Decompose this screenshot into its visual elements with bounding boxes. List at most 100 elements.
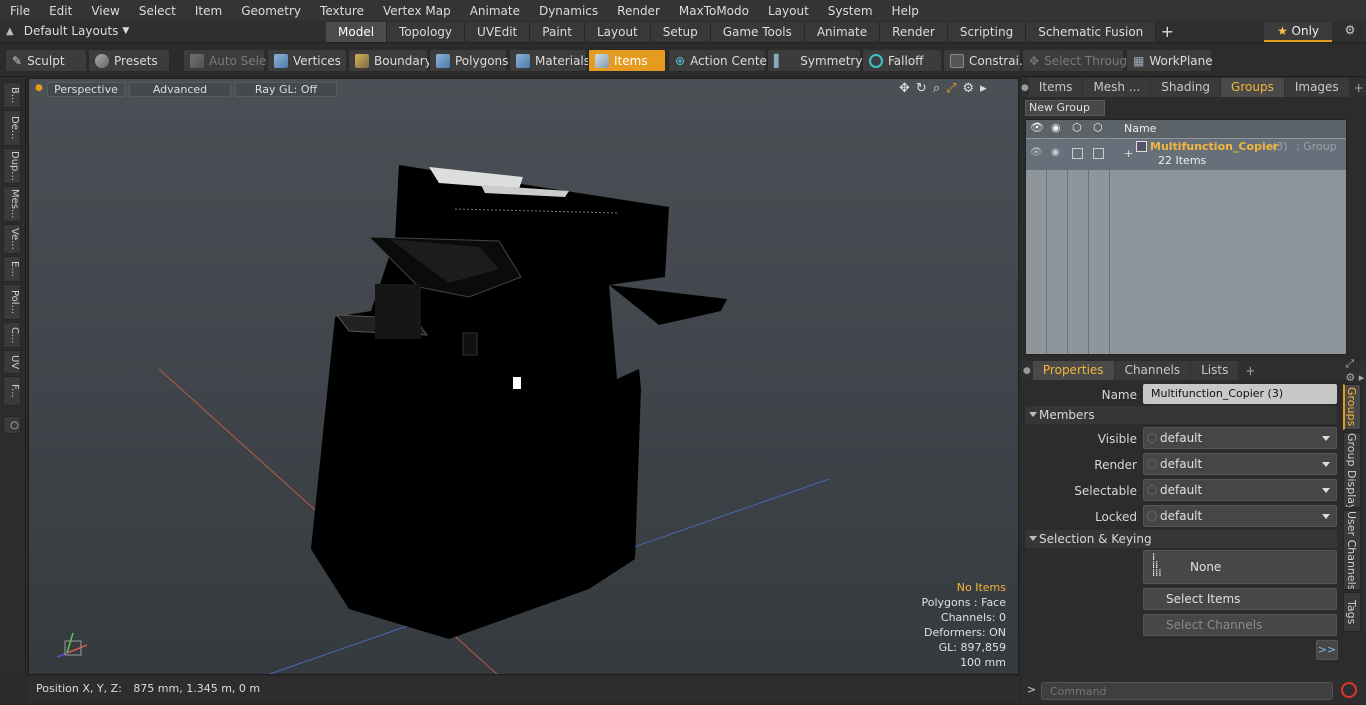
panel-menu-dot[interactable]: ● [1021,83,1029,93]
menu-dynamics[interactable]: Dynamics [529,4,607,18]
left-tab-deform[interactable]: De... [3,110,21,146]
layouts-dropdown[interactable]: ▲ Default Layouts ▼ [6,24,129,38]
menu-texture[interactable]: Texture [310,4,373,18]
tab-properties[interactable]: Properties [1032,361,1114,380]
sculpt-button[interactable]: ✎ Sculpt [5,49,87,72]
lock-icon[interactable]: ⬡ [1093,121,1103,134]
new-group-button[interactable]: New Group [1025,100,1105,116]
tab-paint[interactable]: Paint [530,22,585,42]
tab-lists[interactable]: Lists [1191,361,1239,380]
visible-select[interactable]: default [1143,427,1337,449]
tab-groups[interactable]: Groups [1221,78,1284,97]
menu-edit[interactable]: Edit [39,4,81,18]
tab-topology[interactable]: Topology [387,22,466,42]
boundary-button[interactable]: Boundary [348,49,432,72]
3d-viewport[interactable]: ● Perspective Advanced Ray GL: Off ✥ ↻ ⌕… [28,78,1019,675]
left-tab-extra[interactable]: ○ [3,416,21,434]
tab-render[interactable]: Render [880,22,948,42]
left-tab-duplicate[interactable]: Dup... [3,148,21,184]
add-props-tab-icon[interactable]: + [1239,364,1261,378]
selectable-select[interactable]: default [1143,479,1337,501]
select-items-button[interactable]: Select Items [1143,588,1337,610]
add-tab-icon[interactable]: + [1156,22,1178,42]
side-tab-groups[interactable]: Groups [1343,384,1361,430]
more-button[interactable]: >> [1316,640,1338,660]
menu-select[interactable]: Select [129,4,185,18]
left-tab-mesh[interactable]: Mes... [3,186,21,222]
row-lock-box[interactable] [1093,148,1104,159]
tab-animate[interactable]: Animate [804,22,881,42]
menu-layout[interactable]: Layout [758,4,818,18]
menu-render[interactable]: Render [607,4,669,18]
falloff-button[interactable]: Falloff [862,49,942,72]
props-menu-dot[interactable]: ● [1021,366,1033,376]
tab-schematic-fusion[interactable]: Schematic Fusion [1026,22,1157,42]
auto-select-button[interactable]: Auto Select [183,49,278,72]
left-tab-vertex[interactable]: Ve... [3,224,21,254]
record-icon[interactable] [1341,682,1357,698]
left-tab-fusion[interactable]: F... [3,376,21,406]
symmetry-button[interactable]: ▌ Symmetry [767,49,862,72]
command-input[interactable] [1041,682,1333,700]
bottom-panel-tabs: ● Properties Channels Lists + ⤢ ⚙ ▸ [1021,357,1366,384]
visibility-eye-icon[interactable]: 👁 [1030,121,1044,134]
materials-button[interactable]: Materials [509,49,590,72]
row-select-box[interactable] [1072,148,1083,159]
vertices-button[interactable]: Vertices 1 [267,49,356,72]
tab-uvedit[interactable]: UVEdit [465,22,531,42]
menu-view[interactable]: View [81,4,128,18]
tab-mesh[interactable]: Mesh ... [1083,78,1151,97]
menu-system[interactable]: System [818,4,882,18]
side-tab-tags[interactable]: Tags [1343,592,1361,632]
constraints-button[interactable]: Constrai... [943,49,1030,72]
select-through-button[interactable]: ✥ Select Through [1022,49,1135,72]
menu-animate[interactable]: Animate [460,4,529,18]
left-tab-basic[interactable]: B... [3,82,21,108]
side-tab-user-channels[interactable]: User Channels [1343,510,1361,590]
none-button[interactable]: ⁞ ⁞⁞ ⁞⁞⁞ None [1143,550,1337,584]
tab-scripting[interactable]: Scripting [947,22,1027,42]
expand-plus-icon[interactable]: + [1124,147,1133,160]
menu-item[interactable]: Item [185,4,231,18]
column-name-header[interactable]: Name [1124,122,1156,135]
gear-icon[interactable]: ⚙ [1340,23,1360,41]
table-row[interactable]: 👁 ◉ + Multifunction_Copier (3) : Group 2… [1026,139,1346,170]
members-section[interactable]: Members [1025,406,1337,424]
tab-images[interactable]: Images [1284,78,1349,97]
render-icon[interactable]: ◉ [1051,121,1061,134]
side-tab-group-display[interactable]: Group Display [1343,432,1361,508]
action-center-button[interactable]: ⊕ Action Center [668,49,772,72]
left-tab-uv[interactable]: UV [3,350,21,374]
tab-channels[interactable]: Channels [1114,361,1191,380]
name-field[interactable]: Multifunction_Copier (3) [1143,384,1337,404]
menu-geometry[interactable]: Geometry [231,4,310,18]
boundary-label: Boundary [374,53,432,68]
menu-file[interactable]: File [0,4,39,18]
row-render-icon[interactable]: ◉ [1051,147,1060,158]
menu-vertex-map[interactable]: Vertex Map [373,4,460,18]
polygons-button[interactable]: Polygons [429,49,508,72]
tab-setup[interactable]: Setup [650,22,711,42]
locked-label: Locked [1095,510,1137,524]
locked-select[interactable]: default [1143,505,1337,527]
left-tab-edge[interactable]: E... [3,256,21,282]
tab-game-tools[interactable]: Game Tools [710,22,805,42]
row-eye-icon[interactable]: 👁 [1030,147,1043,158]
add-panel-tab-icon[interactable]: + [1350,81,1366,95]
menu-maxtomodo[interactable]: MaxToModo [669,4,758,18]
presets-button[interactable]: Presets [88,49,170,72]
selection-keying-section[interactable]: Selection & Keying [1025,530,1337,548]
items-button[interactable]: Items 5 [588,49,677,72]
tab-model[interactable]: Model [326,22,388,42]
render-select[interactable]: default [1143,453,1337,475]
only-toggle[interactable]: ★ Only [1264,22,1332,42]
left-tab-curve[interactable]: C... [3,322,21,348]
tab-items[interactable]: Items [1028,78,1083,97]
left-tab-polygon[interactable]: Pol... [3,284,21,320]
workplane-button[interactable]: ▦ WorkPlane [1126,49,1213,72]
tab-shading[interactable]: Shading [1151,78,1221,97]
menu-help[interactable]: Help [882,4,928,18]
select-icon[interactable]: ⬡ [1072,121,1082,134]
select-channels-button[interactable]: Select Channels [1143,614,1337,636]
tab-layout[interactable]: Layout [584,22,651,42]
